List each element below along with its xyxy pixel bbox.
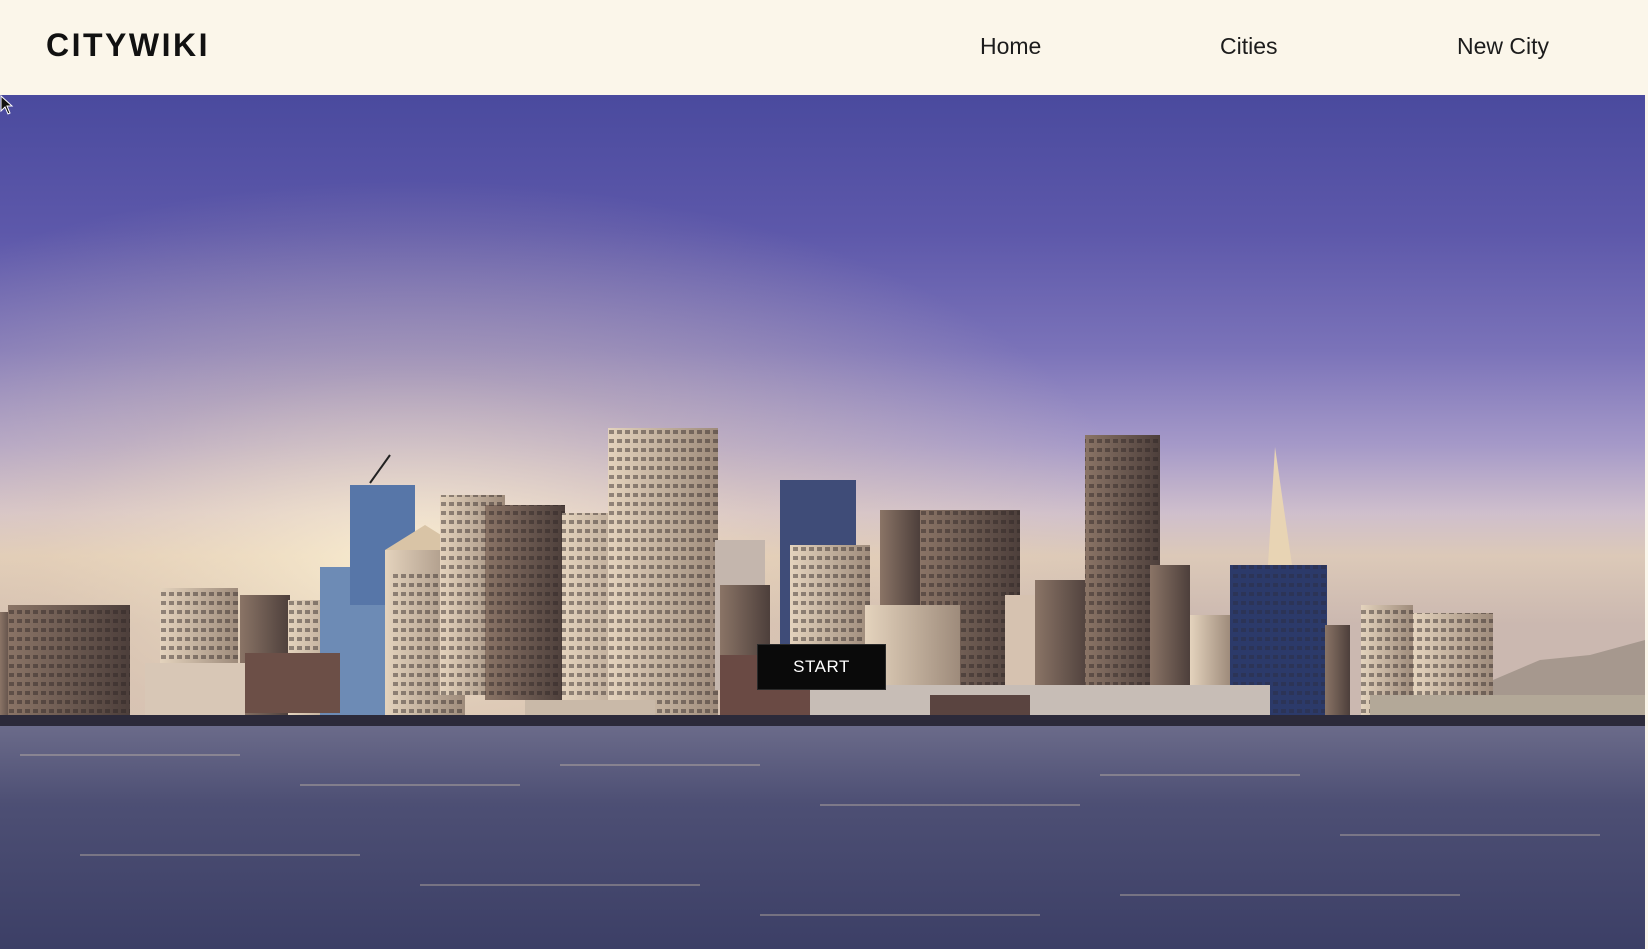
nav-link-cities[interactable]: Cities: [1220, 33, 1278, 60]
nav-link-home[interactable]: Home: [980, 33, 1041, 60]
navbar: CITYWIKI Home Cities New City: [0, 0, 1648, 95]
nav-link-new-city[interactable]: New City: [1457, 33, 1549, 60]
page: CITYWIKI Home Cities New City START: [0, 0, 1648, 949]
mouse-cursor-icon: [0, 95, 14, 115]
start-button[interactable]: START: [757, 644, 886, 690]
brand-logo[interactable]: CITYWIKI: [46, 27, 210, 64]
hero-banner: START: [0, 95, 1645, 949]
city-skyline-image: [0, 95, 1645, 949]
